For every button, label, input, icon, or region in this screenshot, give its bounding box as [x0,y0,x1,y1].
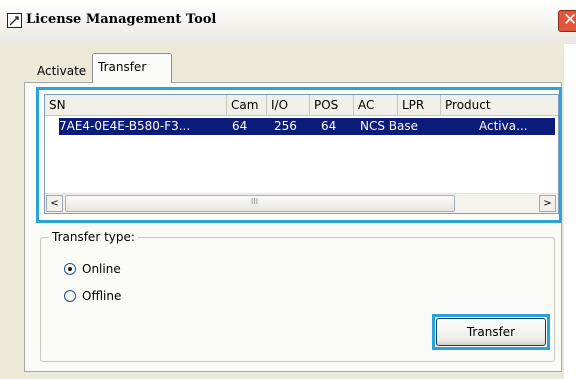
tab-transfer[interactable]: Transfer [92,53,172,83]
radio-online-button[interactable] [64,263,76,275]
scroll-thumb[interactable]: III [65,195,455,212]
horizontal-scrollbar[interactable]: < III > [45,193,558,213]
scroll-grip: III [251,197,259,206]
radio-offline[interactable]: Offline [64,287,121,305]
column-header-sn[interactable]: SN [45,95,227,115]
radio-offline-button[interactable] [64,290,76,302]
radio-selected-dot [68,267,72,271]
radio-online[interactable]: Online [64,260,121,278]
cell-io: 256 [274,119,297,133]
scroll-left-button[interactable]: < [46,195,63,212]
list-header: SN Cam I/O POS AC LPR Product [45,95,558,116]
column-header-lpr[interactable]: LPR [398,95,441,115]
radio-online-label: Online [82,262,121,276]
column-header-cam[interactable]: Cam [227,95,267,115]
column-header-product[interactable]: Product [441,95,558,115]
table-row[interactable]: 7AE4-0E4E-B580-F3... 64 256 64 NCS Base … [59,118,555,135]
scroll-right-arrow-icon: > [543,198,552,209]
cell-ac: NCS Base [360,119,419,133]
transfer-button[interactable]: Transfer [436,318,546,346]
cell-product: Activa... [479,119,528,133]
column-header-pos[interactable]: POS [310,95,354,115]
radio-offline-label: Offline [82,289,122,303]
transfer-type-label: Transfer type: [49,230,138,244]
license-tool-icon [7,13,22,28]
window-title: License Management Tool [26,12,217,27]
scroll-left-arrow-icon: < [50,198,59,209]
column-header-io[interactable]: I/O [267,95,310,115]
close-icon: ✕ [563,10,576,30]
cell-cam: 64 [232,119,248,133]
cell-sn: 7AE4-0E4E-B580-F3... [59,119,191,133]
scroll-right-button[interactable]: > [539,195,556,212]
column-header-ac[interactable]: AC [354,95,398,115]
license-list[interactable]: SN Cam I/O POS AC LPR Product 7AE4-0E4E-… [44,94,559,214]
title-bar[interactable]: License Management Tool ✕ [0,0,576,44]
tab-activate[interactable]: Activate [33,60,90,82]
close-button[interactable]: ✕ [558,10,576,32]
cell-pos: 64 [321,119,337,133]
